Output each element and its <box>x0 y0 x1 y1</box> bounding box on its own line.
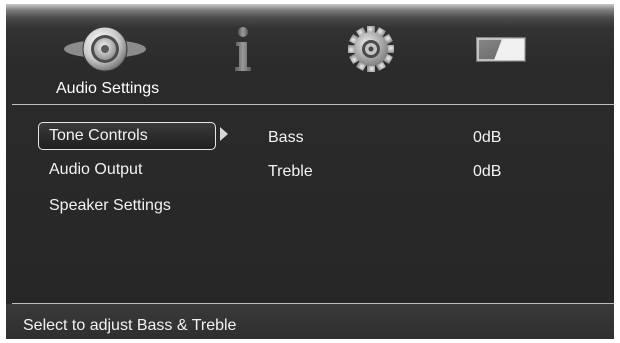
header-divider <box>12 104 614 105</box>
treble-value[interactable]: 0dB <box>473 163 501 181</box>
bass-label[interactable]: Bass <box>268 129 304 147</box>
status-bar: Select to adjust Bass & Treble <box>6 304 614 339</box>
speaker-icon <box>64 26 146 72</box>
menu-item-speaker-settings[interactable]: Speaker Settings <box>38 192 216 220</box>
menu-item-tone-controls[interactable]: Tone Controls <box>38 122 216 150</box>
gear-icon <box>348 26 394 72</box>
tab-audio-settings[interactable] <box>62 24 148 74</box>
menu-item-audio-output[interactable]: Audio Output <box>38 156 216 184</box>
tab-display[interactable] <box>472 24 530 74</box>
display-icon <box>476 37 526 62</box>
treble-label[interactable]: Treble <box>268 163 313 181</box>
info-icon <box>235 27 251 71</box>
tab-info[interactable] <box>228 24 258 74</box>
category-tab-bar: Audio Settings <box>6 4 614 102</box>
settings-screen: Audio Settings Tone Controls Audio Outpu… <box>6 4 614 339</box>
status-text: Select to adjust Bass & Treble <box>23 317 237 334</box>
tab-setup[interactable] <box>344 24 398 74</box>
page-title: Audio Settings <box>56 80 160 97</box>
submenu-arrow-icon <box>220 127 228 141</box>
bass-value[interactable]: 0dB <box>473 129 501 147</box>
